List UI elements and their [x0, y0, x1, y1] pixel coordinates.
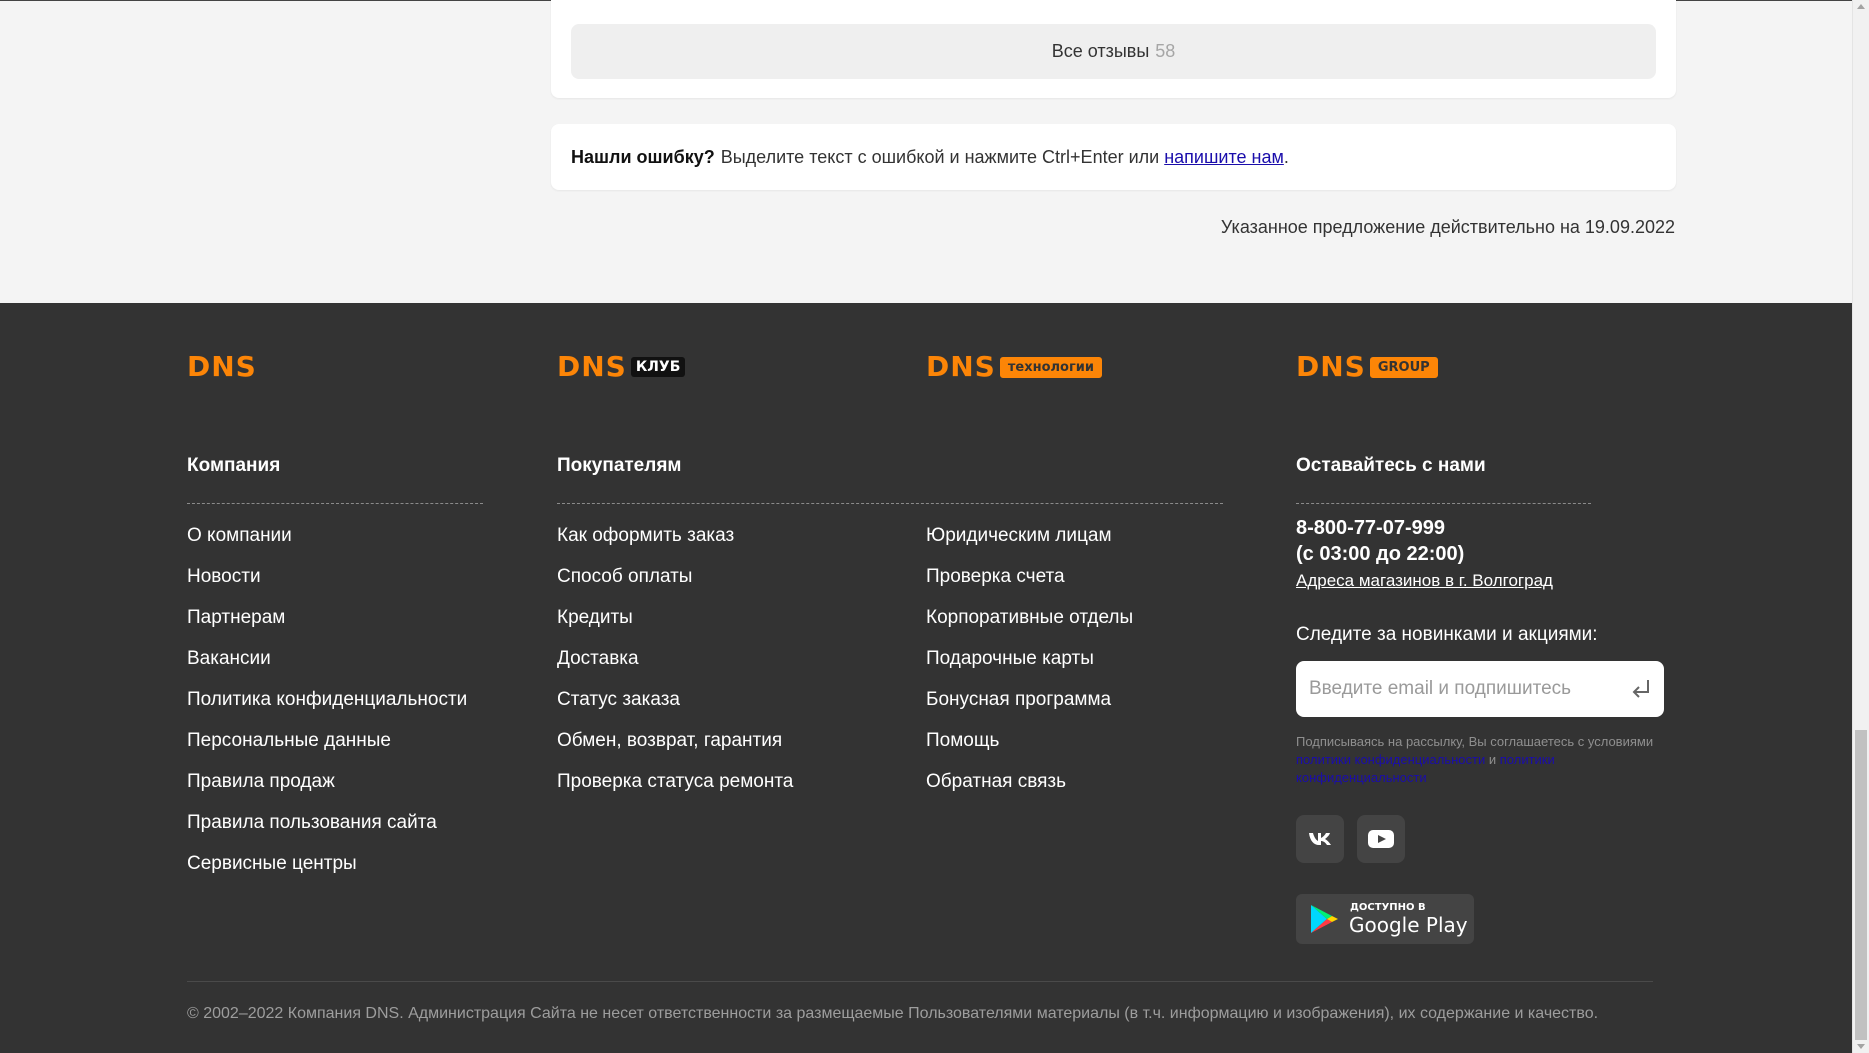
footer-link[interactable]: Вакансии: [187, 638, 467, 679]
tech-tag: технологии: [999, 356, 1102, 378]
youtube-button[interactable]: [1357, 815, 1405, 863]
dns-logo[interactable]: DNS: [187, 353, 257, 381]
footer-link[interactable]: Проверка статуса ремонта: [557, 761, 793, 802]
scroll-up-arrow-icon[interactable]: [1857, 4, 1865, 9]
dns-club-logo[interactable]: DNS КЛУБ: [557, 350, 686, 383]
vk-button[interactable]: [1296, 815, 1344, 863]
google-play-icon: [1311, 905, 1338, 933]
footer-bottom-divider: [187, 981, 1653, 982]
footer-link[interactable]: Юридическим лицам: [926, 515, 1133, 556]
footer-link[interactable]: Как оформить заказ: [557, 515, 793, 556]
copyright-text: © 2002–2022 Компания DNS. Администрация …: [187, 1005, 1599, 1022]
email-subscribe-box: [1296, 661, 1664, 717]
error-notice-title: Нашли ошибку?: [571, 146, 715, 167]
error-notice-end: .: [1283, 146, 1289, 167]
dns-logo-text: DNS: [926, 350, 996, 383]
group-tag: GROUP: [1369, 356, 1438, 378]
write-us-link[interactable]: напишите нам: [1164, 147, 1284, 168]
footer-link[interactable]: Статус заказа: [557, 679, 793, 720]
store-addresses-link[interactable]: Адреса магазинов в г. Волгоград: [1296, 571, 1553, 591]
scrollbar-thumb[interactable]: [1855, 730, 1867, 1040]
footer-link[interactable]: Кредиты: [557, 597, 793, 638]
footer-link[interactable]: Обратная связь: [926, 761, 1133, 802]
error-notice-text: Выделите текст с ошибкой и нажмите Ctrl+…: [720, 146, 1160, 167]
footer-link[interactable]: Корпоративные отделы: [926, 597, 1133, 638]
buyers-column-title: Покупателям: [557, 455, 682, 476]
contact-column-title: Оставайтесь с нами: [1296, 455, 1486, 476]
footer-link[interactable]: Партнерам: [187, 597, 467, 638]
footer-link[interactable]: Политика конфиденциальности: [187, 679, 467, 720]
footer-link[interactable]: Персональные данные: [187, 720, 467, 761]
footer-link[interactable]: О компании: [187, 515, 467, 556]
phone-number[interactable]: 8-800-77-07-999: [1296, 515, 1464, 541]
footer-link[interactable]: Доставка: [557, 638, 793, 679]
phone-block: 8-800-77-07-999 (с 03:00 до 22:00): [1296, 515, 1464, 567]
vertical-scrollbar[interactable]: [1852, 0, 1869, 1053]
footer-link[interactable]: Новости: [187, 556, 467, 597]
footer-link[interactable]: Правила продаж: [187, 761, 467, 802]
footer-link[interactable]: Бонусная программа: [926, 679, 1133, 720]
phone-hours: (с 03:00 до 22:00): [1296, 543, 1465, 565]
footer: DNS DNS КЛУБ DNS технологии DNS GROUP Ко…: [0, 303, 1852, 1053]
buyers-divider: [557, 503, 1223, 504]
company-links: О компании Новости Партнерам Вакансии По…: [187, 515, 467, 884]
reviews-count: 58: [1155, 41, 1176, 61]
email-input[interactable]: [1296, 661, 1626, 717]
footer-link[interactable]: Подарочные карты: [926, 638, 1133, 679]
dns-tech-logo[interactable]: DNS технологии: [926, 353, 1102, 381]
error-notice-card: Нашли ошибку? Выделите текст с ошибкой и…: [551, 124, 1676, 190]
company-divider: [187, 503, 483, 504]
subscribe-note: Подписываясь на рассылку, Вы соглашаетес…: [1296, 733, 1676, 787]
contact-divider: [1296, 503, 1591, 504]
scroll-down-arrow-icon[interactable]: [1857, 1044, 1865, 1049]
youtube-icon: [1368, 830, 1394, 848]
privacy-policy-link[interactable]: политики конфиденциальности: [1296, 752, 1485, 767]
footer-link[interactable]: Правила пользования сайта: [187, 802, 467, 843]
gplay-small-text: ДОСТУПНО В: [1350, 902, 1426, 913]
reviews-card: Все отзывы 58: [551, 0, 1676, 98]
google-play-badge[interactable]: ДОСТУПНО В Google Play: [1296, 894, 1474, 944]
dns-logo-text: DNS: [187, 350, 257, 383]
dns-logo-text: DNS: [557, 350, 627, 383]
dns-logo-text: DNS: [1296, 350, 1366, 383]
buyers-links-second: Юридическим лицам Проверка счета Корпора…: [926, 515, 1133, 802]
buyers-links: Как оформить заказ Способ оплаты Кредиты…: [557, 515, 793, 802]
subscribe-note-and: и: [1488, 752, 1497, 767]
all-reviews-button[interactable]: Все отзывы 58: [571, 24, 1656, 79]
dns-group-logo[interactable]: DNS GROUP: [1296, 353, 1438, 381]
all-reviews-label: Все отзывы: [1051, 41, 1150, 61]
club-tag: КЛУБ: [630, 357, 686, 377]
footer-link[interactable]: Сервисные центры: [187, 843, 467, 884]
footer-link[interactable]: Обмен, возврат, гарантия: [557, 720, 793, 761]
footer-link[interactable]: Способ оплаты: [557, 556, 793, 597]
vk-icon: [1309, 833, 1331, 845]
gplay-big-text: Google Play: [1349, 913, 1468, 937]
enter-icon[interactable]: [1630, 677, 1652, 701]
offer-validity-note: Указанное предложение действительно на 1…: [1220, 217, 1675, 237]
footer-link[interactable]: Проверка счета: [926, 556, 1133, 597]
follow-label: Следите за новинками и акциями:: [1296, 624, 1598, 645]
company-column-title: Компания: [187, 455, 281, 476]
subscribe-note-text: Подписываясь на рассылку, Вы соглашаетес…: [1296, 734, 1654, 749]
footer-link[interactable]: Помощь: [926, 720, 1133, 761]
